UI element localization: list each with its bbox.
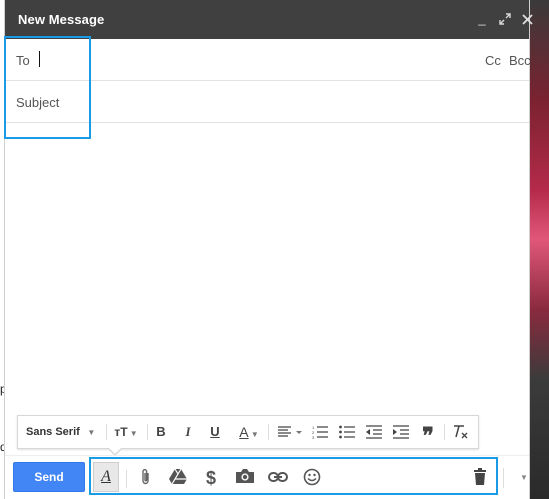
chevron-down-icon: ▼ [248, 430, 259, 439]
font-size-icon: ᴛT [114, 425, 128, 439]
compose-bottom-bar: Send A $ ▼ [5, 455, 529, 499]
popout-icon[interactable] [498, 11, 512, 27]
to-label: To [16, 53, 30, 68]
quote-icon: ❞ [422, 423, 434, 448]
indent-more-icon [393, 425, 409, 439]
bulleted-list-button[interactable] [338, 416, 356, 448]
align-icon [278, 426, 302, 437]
close-icon[interactable] [520, 11, 534, 27]
font-family-select[interactable]: Sans Serif ▼ [26, 416, 108, 448]
camera-icon[interactable] [233, 464, 257, 490]
emoji-icon[interactable] [300, 464, 324, 490]
text-cursor [39, 51, 40, 67]
text-color-button[interactable]: A ▼ [232, 416, 266, 448]
font-family-label: Sans Serif [26, 426, 80, 438]
remove-formatting-button[interactable] [450, 416, 472, 448]
more-options-icon[interactable]: ▼ [520, 473, 528, 482]
trash-icon[interactable] [468, 464, 492, 490]
subject-placeholder[interactable]: Subject [16, 95, 59, 110]
underline-button[interactable]: U [206, 416, 224, 448]
align-button[interactable] [274, 416, 306, 448]
dollar-icon[interactable]: $ [199, 464, 223, 490]
attach-icon[interactable] [134, 464, 158, 490]
text-color-icon: A [239, 424, 249, 440]
minimize-icon[interactable]: _ [475, 11, 489, 27]
numbered-list-icon: 123 [312, 425, 328, 440]
link-icon[interactable] [266, 464, 290, 490]
bcc-link[interactable]: Bcc [509, 53, 531, 68]
bold-button[interactable]: B [152, 416, 170, 448]
compose-titlebar[interactable]: New Message _ [5, 0, 533, 39]
remove-formatting-icon [454, 425, 468, 439]
quote-button[interactable]: ❞ [419, 416, 437, 448]
numbered-list-button[interactable]: 123 [311, 416, 329, 448]
indent-more-button[interactable] [392, 416, 410, 448]
chevron-down-icon: ▼ [82, 428, 96, 437]
indent-less-icon [366, 425, 382, 439]
chevron-down-icon: ▼ [127, 429, 138, 438]
italic-button[interactable]: I [179, 416, 197, 448]
font-size-select[interactable]: ᴛT ▼ [110, 416, 142, 448]
cc-link[interactable]: Cc [485, 53, 501, 68]
window-title: New Message [18, 12, 105, 27]
indent-less-button[interactable] [365, 416, 383, 448]
compose-window: New Message _ To Cc Bcc Subject Sans Ser… [4, 0, 533, 499]
message-body[interactable] [5, 124, 529, 414]
to-field[interactable]: To Cc Bcc [5, 39, 531, 81]
desktop-wallpaper [530, 0, 549, 499]
formatting-toolbar: Sans Serif ▼ ᴛT ▼ B I U A ▼ 123 ❞ [17, 415, 479, 449]
subject-field[interactable]: Subject [5, 81, 529, 123]
send-button[interactable]: Send [13, 462, 85, 492]
formatting-options-toggle[interactable]: A [93, 462, 119, 492]
bulleted-list-icon [339, 425, 355, 439]
svg-text:3: 3 [312, 435, 315, 439]
drive-icon[interactable] [166, 464, 190, 490]
